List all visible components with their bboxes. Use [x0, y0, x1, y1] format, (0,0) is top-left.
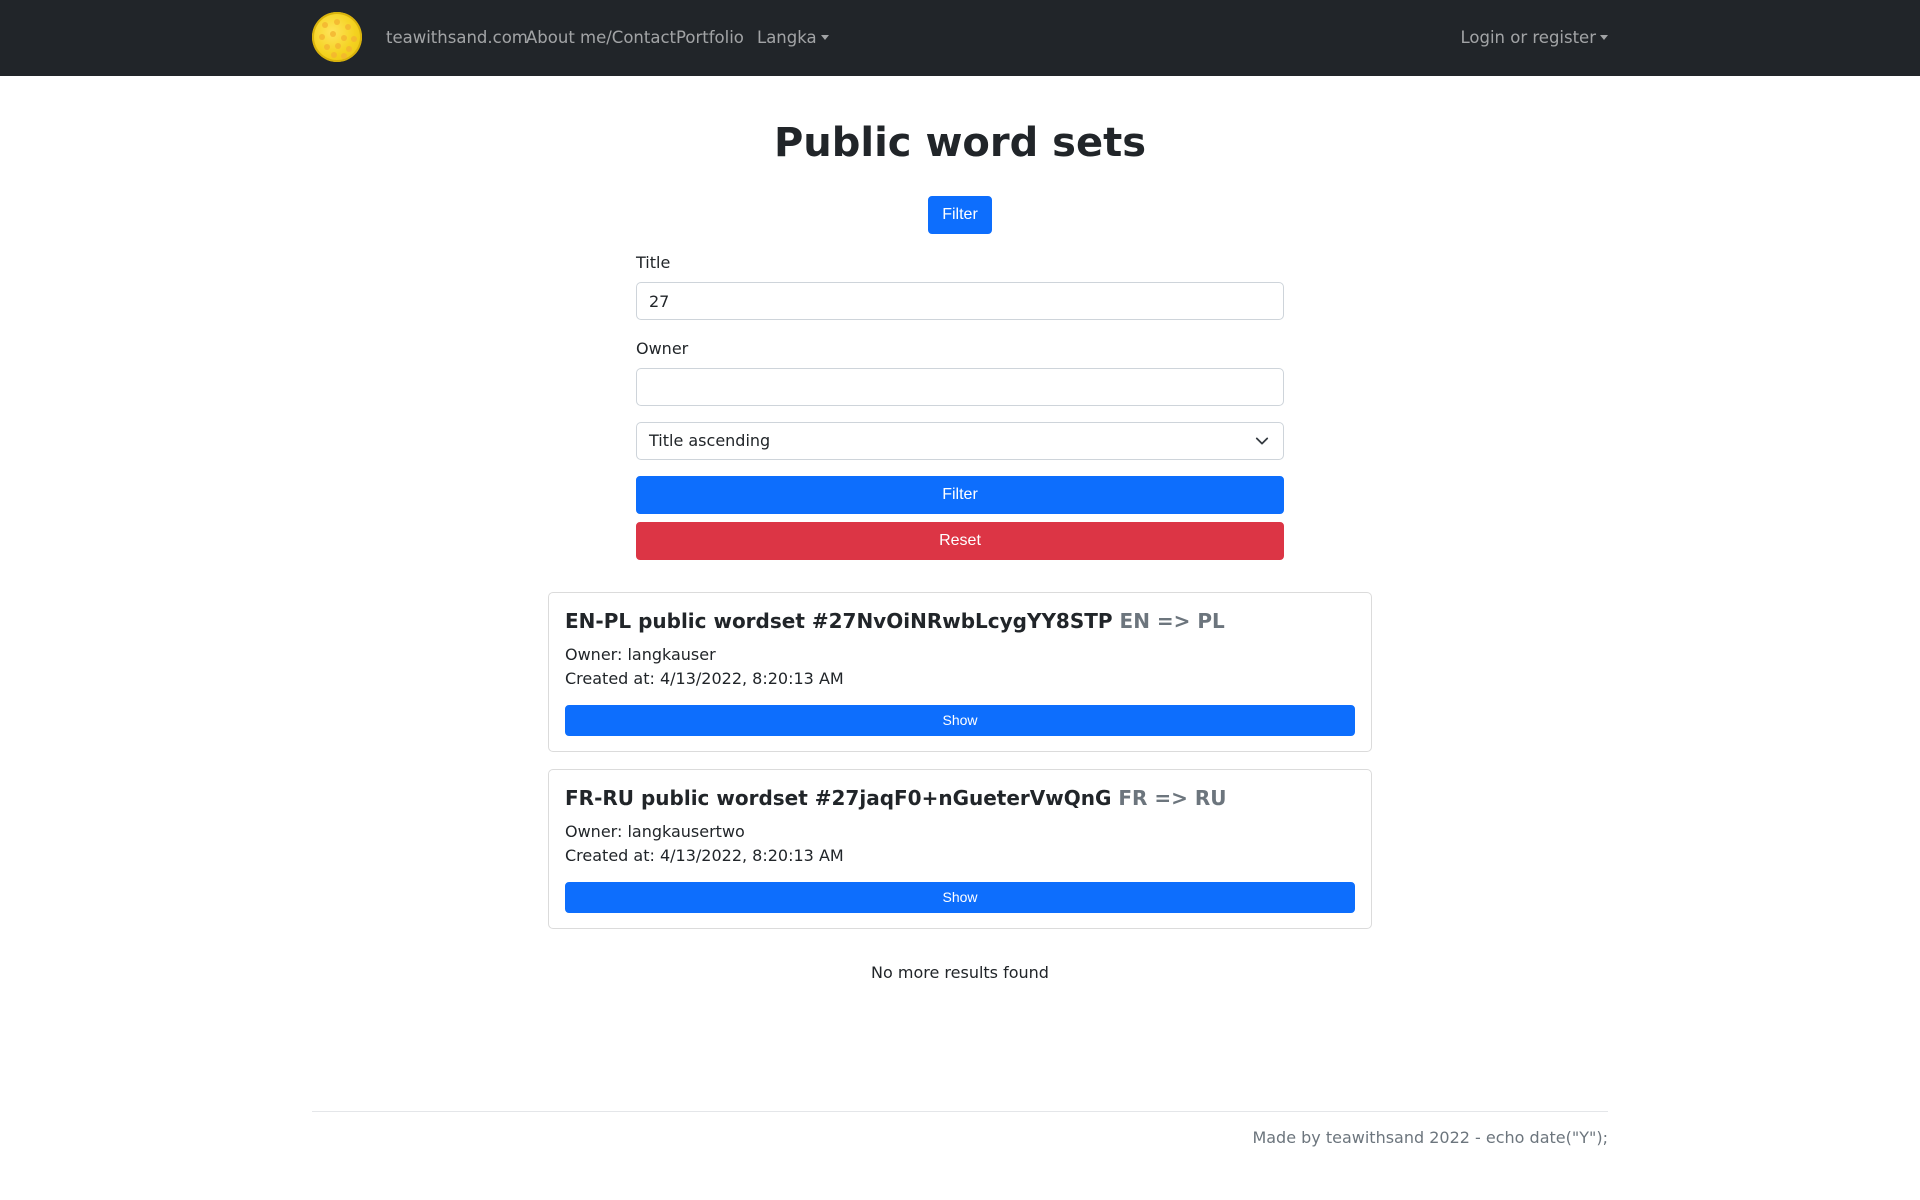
- caret-down-icon: [1600, 35, 1608, 40]
- wordset-title-text: EN-PL public wordset #27NvOiNRwbLcygYY8S…: [565, 609, 1113, 633]
- wordset-created-at: Created at: 4/13/2022, 8:20:13 AM: [565, 669, 844, 688]
- nav-login-label: Login or register: [1460, 28, 1596, 47]
- show-button[interactable]: Show: [565, 882, 1355, 913]
- caret-down-icon: [820, 35, 829, 40]
- filter-toggle-button[interactable]: Filter: [928, 196, 992, 234]
- wordset-owner: Owner: langkauser: [565, 645, 716, 664]
- sort-select-value: Title ascending: [649, 431, 771, 450]
- nav-dropdown-langka-label: Langka: [757, 28, 817, 47]
- nav-login-dropdown[interactable]: Login or register: [1460, 0, 1608, 76]
- chevron-down-icon: [1255, 437, 1269, 445]
- nav-link-about[interactable]: About me/Contact: [526, 0, 676, 76]
- page-title: Public word sets: [773, 120, 1147, 166]
- owner-label: Owner: [636, 339, 689, 358]
- reset-button[interactable]: Reset: [636, 522, 1284, 560]
- footer-text: Made by teawithsand 2022 - echo date("Y"…: [1252, 1128, 1608, 1147]
- nav-link-portfolio[interactable]: Portfolio: [676, 0, 744, 76]
- wordset-langs: FR => RU: [1118, 786, 1227, 810]
- owner-input[interactable]: [636, 368, 1284, 406]
- title-input[interactable]: [636, 282, 1284, 320]
- wordset-card: FR-RU public wordset #27jaqF0+nGueterVwQ…: [548, 769, 1372, 929]
- footer-divider: [312, 1111, 1608, 1112]
- wordset-card: EN-PL public wordset #27NvOiNRwbLcygYY8S…: [548, 592, 1372, 752]
- wordset-title: EN-PL public wordset #27NvOiNRwbLcygYY8S…: [565, 609, 1225, 633]
- nav-dropdown-langka[interactable]: Langka: [757, 0, 829, 76]
- title-label: Title: [636, 253, 671, 272]
- nav-brand-link[interactable]: teawithsand.com: [386, 0, 528, 76]
- wordset-created-at: Created at: 4/13/2022, 8:20:13 AM: [565, 846, 844, 865]
- wordset-langs: EN => PL: [1119, 609, 1225, 633]
- show-button[interactable]: Show: [565, 705, 1355, 736]
- wordset-owner: Owner: langkausertwo: [565, 822, 745, 841]
- wordset-title: FR-RU public wordset #27jaqF0+nGueterVwQ…: [565, 786, 1227, 810]
- wordset-title-text: FR-RU public wordset #27jaqF0+nGueterVwQ…: [565, 786, 1112, 810]
- top-navbar: teawithsand.com About me/Contact Portfol…: [0, 0, 1920, 76]
- filter-button[interactable]: Filter: [636, 476, 1284, 514]
- site-logo[interactable]: [312, 12, 362, 62]
- sort-select[interactable]: Title ascending: [636, 422, 1284, 460]
- no-more-results-text: No more results found: [871, 963, 1049, 982]
